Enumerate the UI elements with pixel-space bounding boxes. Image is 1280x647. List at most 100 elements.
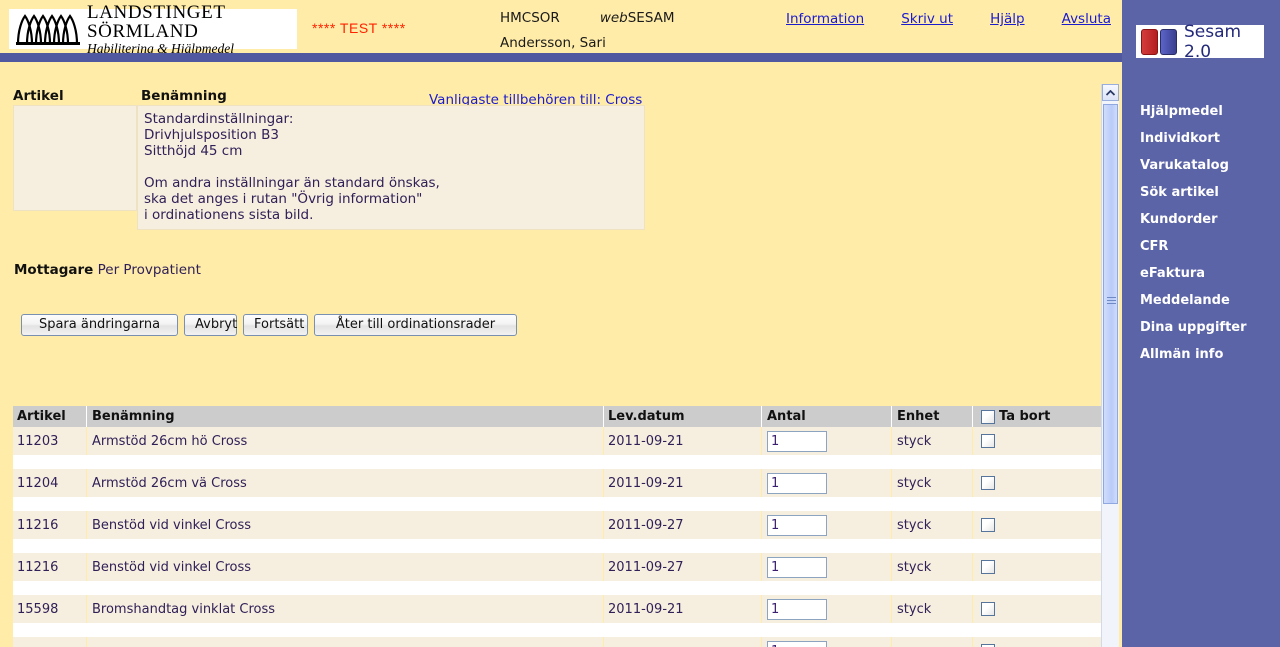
crown-lotus-logo-icon (16, 14, 80, 45)
row-antal-cell (762, 427, 892, 455)
sidebar-item-allman-info[interactable]: Allmän info (1140, 347, 1280, 362)
row-tabort-cell (973, 637, 1101, 647)
article-standard-settings-info: Standardinställningar: Drivhjulsposition… (137, 105, 645, 230)
sidebar-item-hjalpmedel[interactable]: Hjälpmedel (1140, 104, 1280, 119)
row-tabort-cell (973, 553, 1101, 581)
row-quantity-input[interactable] (767, 598, 827, 620)
sidebar-navigation: Hjälpmedel Individkort Varukatalog Sök arti… (1140, 104, 1280, 374)
back-to-order-rows-button[interactable]: Åter till ordinationsrader (314, 314, 517, 336)
sidebar-item-individkort[interactable]: Individkort (1140, 131, 1280, 146)
help-link[interactable]: Hjälp (990, 11, 1025, 27)
row-benamning: Armstöd 26cm hö Cross (87, 427, 604, 455)
row-artikel: 11216 (13, 553, 87, 581)
user-name: Andersson, Sari (500, 35, 606, 51)
sidebar-item-sok-artikel[interactable]: Sök artikel (1140, 185, 1280, 200)
chevron-up-icon (1106, 89, 1115, 96)
row-artikel: 11204 (13, 469, 87, 497)
row-benamning: Armstöd 26cm vä Cross (87, 469, 604, 497)
action-buttons: Spara ändringarna Avbryt Fortsätt Åter t… (21, 314, 517, 336)
row-enhet: styck (892, 427, 973, 455)
sesam-logo-blue-square-icon (1160, 28, 1177, 55)
row-benamning: Benstöd vid vinkel Cross (87, 553, 604, 581)
column-header-enhet: Enhet (892, 406, 973, 427)
table-row-separator (13, 539, 1101, 553)
row-delete-checkbox[interactable] (981, 434, 995, 448)
row-enhet: styck (892, 511, 973, 539)
content-scrollbar[interactable] (1101, 84, 1119, 647)
print-link[interactable]: Skriv ut (901, 11, 953, 27)
table-row-separator (13, 623, 1101, 637)
column-header-tabort: Ta bort (973, 406, 1101, 427)
header-accent-bar (0, 53, 1122, 62)
table-body: 11203Armstöd 26cm hö Cross2011-09-21styc… (13, 427, 1101, 647)
column-header-antal: Antal (762, 406, 892, 427)
row-antal-cell (762, 553, 892, 581)
select-all-delete-checkbox[interactable] (981, 409, 995, 424)
row-tabort-cell (973, 469, 1101, 497)
row-enhet: styck (892, 595, 973, 623)
table-row-separator (13, 497, 1101, 511)
row-benamning (87, 637, 604, 647)
sidebar-item-meddelande[interactable]: Meddelande (1140, 293, 1280, 308)
row-tabort-cell (973, 595, 1101, 623)
row-levdatum (604, 637, 762, 647)
article-info-left-gutter (13, 105, 137, 211)
row-enhet: styck (892, 469, 973, 497)
row-benamning: Bromshandtag vinklat Cross (87, 595, 604, 623)
row-enhet: styck (892, 553, 973, 581)
column-header-levdatum: Lev.datum (604, 406, 762, 427)
row-quantity-input[interactable] (767, 556, 827, 578)
article-header-artikel: Artikel (13, 88, 64, 104)
logout-link[interactable]: Avsluta (1062, 11, 1111, 27)
save-changes-button[interactable]: Spara ändringarna (21, 314, 178, 336)
sidebar-item-cfr[interactable]: CFR (1140, 239, 1280, 254)
row-levdatum: 2011-09-21 (604, 469, 762, 497)
row-antal-cell (762, 637, 892, 647)
row-quantity-input[interactable] (767, 472, 827, 494)
column-header-artikel: Artikel (13, 406, 87, 427)
row-delete-checkbox[interactable] (981, 518, 995, 532)
information-link[interactable]: Information (786, 11, 864, 27)
scrollbar-thumb[interactable] (1103, 104, 1118, 504)
system-name-suffix: SESAM (627, 10, 675, 26)
continue-button[interactable]: Fortsätt (243, 314, 308, 336)
system-name-prefix: web (599, 10, 628, 26)
main-content: Artikel Benämning 11194 Rullstol Cross 1… (0, 65, 1101, 647)
unit-code: HMCSOR (500, 10, 560, 26)
row-artikel: 15598 (13, 595, 87, 623)
user-info: HMCSOR webSESAM Andersson, Sari (500, 10, 675, 51)
column-header-benamning: Benämning (87, 406, 604, 427)
row-delete-checkbox[interactable] (981, 602, 995, 616)
row-tabort-cell (973, 511, 1101, 539)
recipient-row: Mottagare Per Provpatient (14, 262, 201, 278)
row-quantity-input[interactable] (767, 640, 827, 647)
system-name: webSESAM (600, 10, 675, 26)
row-levdatum: 2011-09-21 (604, 595, 762, 623)
table-row: 11216Benstöd vid vinkel Cross2011-09-27 s… (13, 553, 1101, 581)
table-header-row: Artikel Benämning Lev.datum Antal Enhet … (13, 406, 1101, 427)
row-artikel: 11216 (13, 511, 87, 539)
column-header-tabort-label: Ta bort (999, 409, 1051, 424)
table-row (13, 637, 1101, 647)
sidebar-item-dina-uppgifter[interactable]: Dina uppgifter (1140, 320, 1280, 335)
row-quantity-input[interactable] (767, 514, 827, 536)
organization-logo-text: LANDSTINGET SÖRMLAND Habilitering & Hjäl… (87, 3, 297, 56)
row-delete-checkbox[interactable] (981, 560, 995, 574)
organization-logo: LANDSTINGET SÖRMLAND Habilitering & Hjäl… (8, 3, 298, 55)
row-delete-checkbox[interactable] (981, 476, 995, 490)
row-enhet (892, 637, 973, 647)
sidebar-item-efaktura[interactable]: eFaktura (1140, 266, 1280, 281)
row-quantity-input[interactable] (767, 430, 827, 452)
accessory-items-table: Artikel Benämning Lev.datum Antal Enhet … (13, 406, 1101, 647)
table-row: 11216Benstöd vid vinkel Cross2011-09-27 s… (13, 511, 1101, 539)
sesam-product-logo: Sesam 2.0 (1136, 22, 1264, 62)
right-sidebar: Sesam 2.0 Hjälpmedel Individkort Varukatal… (1122, 0, 1280, 647)
sidebar-item-kundorder[interactable]: Kundorder (1140, 212, 1280, 227)
logo-line-1: LANDSTINGET SÖRMLAND (87, 1, 226, 42)
sidebar-item-varukatalog[interactable]: Varukatalog (1140, 158, 1280, 173)
cancel-button[interactable]: Avbryt (184, 314, 237, 336)
recipient-label: Mottagare (14, 262, 94, 278)
header-links: Information Skriv ut Hjälp Avsluta (786, 11, 1111, 27)
row-antal-cell (762, 595, 892, 623)
scroll-up-button[interactable] (1102, 84, 1119, 101)
